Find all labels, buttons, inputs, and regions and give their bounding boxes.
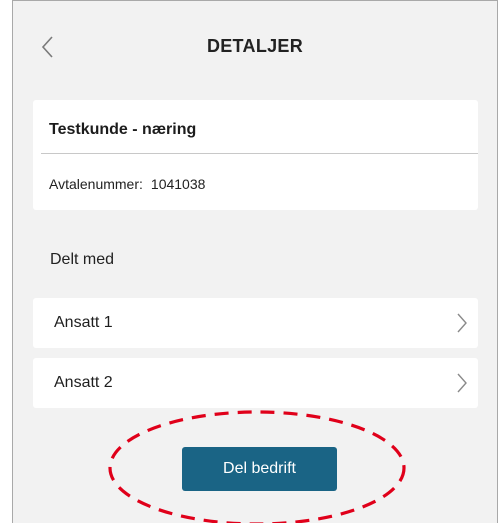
shared-item-label: Ansatt 2 <box>54 374 113 391</box>
agreement-row: Avtalenummer: 1041038 <box>49 176 205 192</box>
chevron-right-icon <box>457 313 467 333</box>
header-bar: DETALJER <box>13 1 497 87</box>
shared-item-ansatt-1[interactable]: Ansatt 1 <box>33 298 478 348</box>
shared-item-label: Ansatt 1 <box>54 314 113 331</box>
page-title: DETALJER <box>206 36 304 56</box>
shared-item-ansatt-2[interactable]: Ansatt 2 <box>33 358 478 408</box>
agreement-number: 1041038 <box>150 176 206 192</box>
card-divider <box>41 153 478 154</box>
chevron-right-icon <box>457 373 467 393</box>
customer-card: Testkunde - næring Avtalenummer: 1041038 <box>33 100 478 210</box>
share-company-button[interactable]: Del bedrift <box>182 447 337 491</box>
agreement-label: Avtalenummer: <box>49 176 143 192</box>
shared-with-heading: Delt med <box>50 251 115 268</box>
app-screen: DETALJER Testkunde - næring Avtalenummer… <box>12 0 498 523</box>
customer-name: Testkunde - næring <box>49 121 197 138</box>
